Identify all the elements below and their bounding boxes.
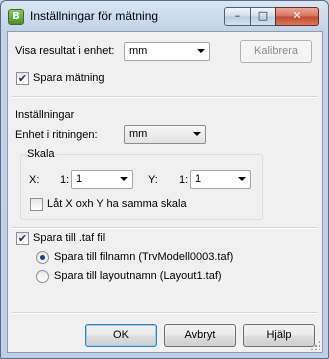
save-filename-radio[interactable]	[36, 251, 49, 264]
save-layoutname-radio[interactable]	[36, 270, 49, 283]
scale-x-value: 1	[76, 173, 83, 185]
save-measure-checkbox[interactable]: ✔	[16, 72, 29, 85]
minimize-button[interactable]: –	[224, 7, 251, 26]
drawing-unit-dropdown-value: mm	[129, 128, 148, 140]
scale-y-dropdown[interactable]: 1	[190, 170, 251, 189]
unit-dropdown[interactable]: mm	[124, 42, 210, 61]
settings-group-title: Inställningar	[15, 109, 75, 121]
scale-y-value: 1	[195, 173, 202, 185]
bottom-separator	[12, 312, 318, 314]
unit-dropdown-value: mm	[129, 45, 148, 57]
chevron-down-icon	[193, 132, 201, 136]
middle-separator	[12, 227, 318, 229]
close-button[interactable]: ✕	[275, 7, 319, 26]
save-taf-label: Spara till .taf fil	[33, 232, 106, 244]
same-scale-checkbox[interactable]	[30, 198, 43, 211]
save-filename-label: Spara till filnamn (TrvModell0003.taf)	[54, 251, 234, 263]
dialog-body: Visa resultat i enhet: mm Kalibrera ✔ Sp…	[7, 31, 323, 353]
drawing-unit-dropdown[interactable]: mm	[124, 125, 206, 144]
title-bar[interactable]: B Inställningar för mätning – □ ✕	[1, 1, 328, 31]
drawing-unit-label: Enhet i ritningen:	[15, 129, 98, 141]
help-button[interactable]: Hjälp	[243, 324, 315, 347]
top-separator	[12, 96, 318, 98]
maximize-button[interactable]: □	[250, 7, 276, 26]
scale-x-label: X:	[29, 174, 40, 186]
scale-x-dropdown[interactable]: 1	[71, 170, 133, 189]
dialog-window: B Inställningar för mätning – □ ✕ Visa r…	[0, 0, 329, 359]
cancel-button[interactable]: Avbryt	[164, 324, 236, 347]
app-icon: B	[8, 9, 24, 25]
save-measure-label: Spara mätning	[33, 72, 105, 84]
save-layoutname-label: Spara till layoutnamn (Layout1.taf)	[54, 270, 222, 282]
chevron-down-icon	[238, 177, 246, 181]
unit-label: Visa resultat i enhet:	[15, 45, 115, 57]
scale-group-title: Skala	[25, 148, 57, 160]
same-scale-label: Låt X oxh Y ha samma skala	[47, 198, 187, 210]
scale-y-prefix: 1:	[179, 174, 189, 186]
calibrate-button[interactable]: Kalibrera	[240, 40, 312, 63]
ok-button[interactable]: OK	[85, 324, 157, 347]
window-title: Inställningar för mätning	[30, 9, 159, 23]
save-taf-checkbox[interactable]: ✔	[16, 232, 29, 245]
chevron-down-icon	[197, 49, 205, 53]
scale-x-prefix: 1:	[60, 174, 70, 186]
scale-y-label: Y:	[148, 174, 158, 186]
chevron-down-icon	[120, 177, 128, 181]
